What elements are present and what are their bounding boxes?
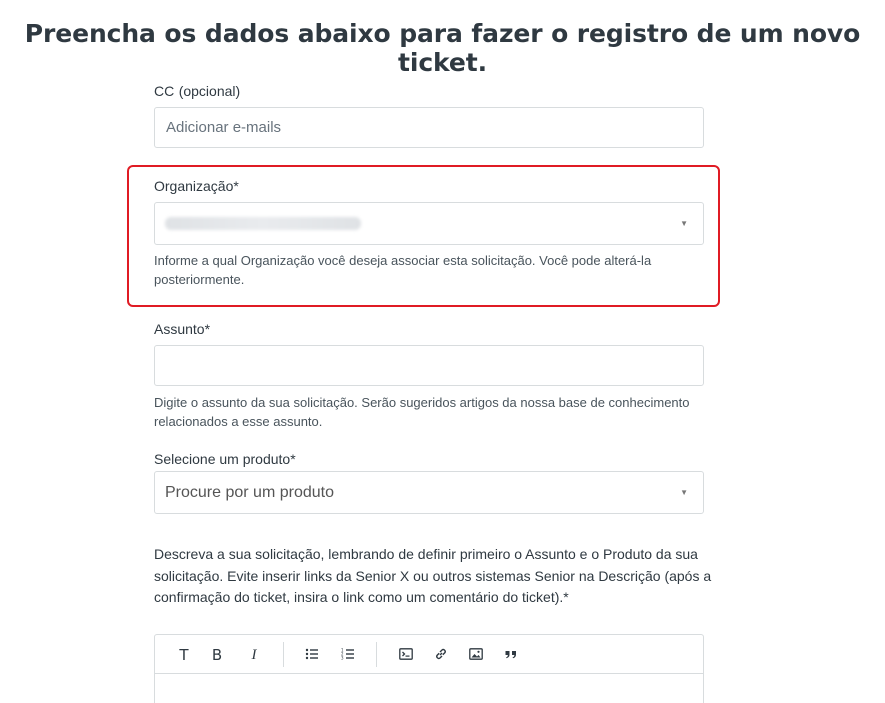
svg-text:3: 3 (341, 656, 344, 661)
page-title: Preencha os dados abaixo para fazer o re… (24, 19, 861, 77)
bold-icon[interactable]: B (207, 645, 227, 665)
toolbar-divider (283, 642, 284, 667)
subject-input[interactable] (154, 345, 704, 386)
quote-icon[interactable] (501, 645, 521, 665)
product-placeholder: Procure por um produto (165, 484, 334, 501)
description-label: Descreva a sua solicitação, lembrando de… (154, 546, 712, 605)
code-block-icon[interactable] (396, 645, 416, 665)
cc-optional-label: (opcional) (178, 83, 241, 99)
cc-placeholder: Adicionar e-mails (166, 119, 282, 136)
cc-label: CC (opcional) (154, 83, 241, 99)
subject-hint: Digite o assunto da sua solicitação. Ser… (154, 395, 690, 429)
description-editor[interactable]: T B I 123 (154, 634, 704, 703)
numbered-list-icon[interactable]: 123 (338, 645, 358, 665)
organization-label: Organização* (154, 178, 239, 194)
chevron-down-icon: ▼ (680, 488, 688, 497)
link-icon[interactable] (431, 645, 451, 665)
editor-toolbar: T B I 123 (155, 635, 703, 674)
bulleted-list-icon[interactable] (302, 645, 322, 665)
product-label: Selecione um produto* (154, 451, 296, 467)
cc-email-input[interactable]: Adicionar e-mails (154, 107, 704, 148)
toolbar-divider (376, 642, 377, 667)
image-icon[interactable] (466, 645, 486, 665)
organization-blurred-value (165, 217, 361, 230)
italic-icon[interactable]: I (244, 645, 264, 665)
product-select[interactable]: Procure por um produto ▼ (154, 471, 704, 514)
organization-hint: Informe a qual Organização você deseja a… (154, 253, 652, 287)
subject-label: Assunto* (154, 321, 211, 337)
chevron-down-icon: ▼ (680, 219, 688, 228)
organization-select[interactable]: ▼ (154, 202, 704, 245)
text-format-icon[interactable]: T (174, 645, 194, 665)
